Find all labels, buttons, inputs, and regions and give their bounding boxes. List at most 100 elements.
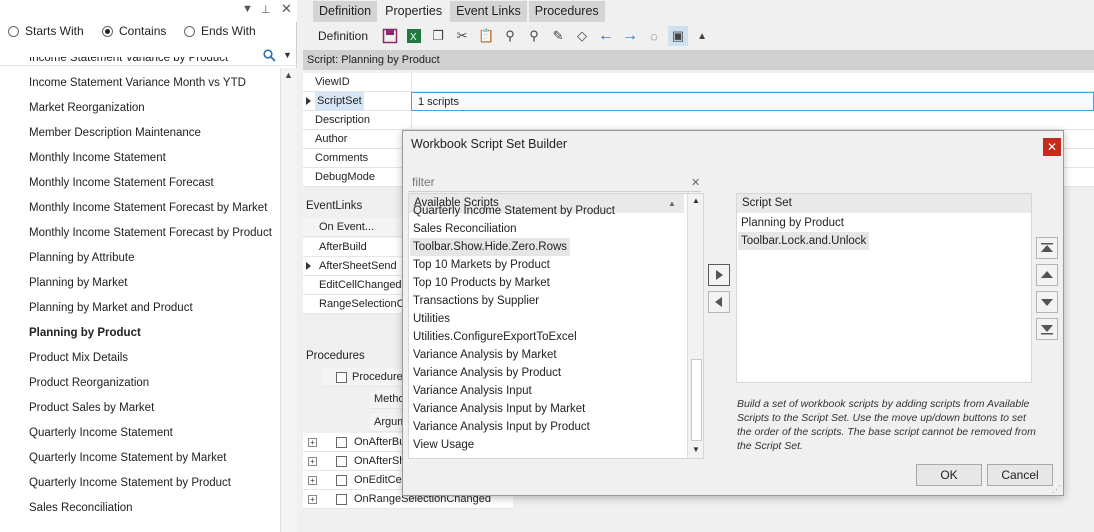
scroll-down-icon[interactable]: ▼ bbox=[692, 445, 700, 454]
checkbox[interactable] bbox=[336, 494, 347, 505]
available-script-item[interactable]: View Usage bbox=[410, 436, 477, 454]
cancel-button[interactable]: Cancel bbox=[987, 464, 1053, 486]
script-list-item[interactable]: Quarterly Income Statement by Product bbox=[29, 473, 231, 493]
eventlink-row[interactable]: RangeSelectionC bbox=[303, 295, 405, 314]
script-list-item[interactable]: Income Statement Variance Month vs YTD bbox=[29, 73, 246, 93]
property-value[interactable] bbox=[411, 111, 1094, 130]
dropdown-arrow-icon[interactable]: ▼ bbox=[242, 3, 253, 15]
expand-plus-icon[interactable]: + bbox=[308, 438, 317, 447]
expand-plus-icon[interactable]: + bbox=[308, 476, 317, 485]
radio-ends-with[interactable]: Ends With bbox=[184, 24, 256, 38]
dialog-close-button[interactable]: ✕ bbox=[1043, 138, 1061, 156]
ok-button[interactable]: OK bbox=[916, 464, 982, 486]
radio-starts-with[interactable]: Starts With bbox=[8, 24, 84, 38]
expand-arrow-icon[interactable] bbox=[306, 97, 311, 105]
script-list-item[interactable]: Monthly Income Statement Forecast by Mar… bbox=[29, 198, 267, 218]
set-item[interactable]: Planning by Product bbox=[738, 214, 847, 232]
back-arrow-icon[interactable]: ← bbox=[596, 26, 616, 46]
tab-definition[interactable]: Definition bbox=[313, 1, 378, 22]
procedure-row[interactable]: + OnAfterSh bbox=[303, 452, 405, 471]
copy-icon[interactable]: ❐ bbox=[428, 26, 448, 46]
expand-plus-icon[interactable]: + bbox=[308, 457, 317, 466]
remove-from-set-button[interactable] bbox=[708, 291, 730, 313]
script-list-item[interactable]: Planning by Product bbox=[29, 323, 141, 343]
clear-filter-icon[interactable]: ✕ bbox=[691, 176, 700, 189]
tab-properties[interactable]: Properties bbox=[379, 1, 449, 22]
save-icon[interactable] bbox=[380, 26, 400, 46]
available-script-item[interactable]: Variance Analysis by Market bbox=[410, 346, 560, 364]
eventlink-row[interactable]: EditCellChanged bbox=[303, 276, 403, 295]
excel-icon[interactable]: X bbox=[404, 26, 424, 46]
available-script-item[interactable]: Variance Analysis Input by Product bbox=[410, 418, 593, 436]
move-up-button[interactable] bbox=[1036, 264, 1058, 286]
paste-icon[interactable]: 📋 bbox=[476, 26, 496, 46]
checkbox[interactable] bbox=[336, 475, 347, 486]
property-row[interactable]: Description bbox=[303, 111, 1094, 130]
available-script-item[interactable]: Top 10 Products by Market bbox=[410, 274, 553, 292]
script-list-item[interactable]: Planning by Market bbox=[29, 273, 127, 293]
script-list-item[interactable]: Quarterly Income Statement by Market bbox=[29, 448, 227, 468]
script-list-item[interactable]: Market Reorganization bbox=[29, 98, 145, 118]
checkbox[interactable] bbox=[336, 456, 347, 467]
expand-arrow-icon[interactable] bbox=[306, 262, 311, 270]
eventlink-row[interactable]: AfterBuild bbox=[303, 238, 403, 257]
script-list-item[interactable]: Income Statement Variance by Product bbox=[29, 57, 228, 68]
collapse-up-icon[interactable]: ▲ bbox=[692, 26, 712, 46]
checkbox[interactable] bbox=[336, 372, 347, 383]
available-scrollbar[interactable]: ▲ ▼ bbox=[687, 194, 703, 458]
edit-icon[interactable]: ✎ bbox=[548, 26, 568, 46]
forward-arrow-icon[interactable]: → bbox=[620, 26, 640, 46]
add-to-set-button[interactable] bbox=[708, 264, 730, 286]
procedure-row[interactable]: + OnAfterBu bbox=[303, 433, 405, 452]
set-item-selected[interactable]: Toolbar.Lock.and.Unlock bbox=[738, 232, 870, 250]
filter-input[interactable] bbox=[408, 173, 701, 192]
property-value[interactable]: 1 scripts bbox=[411, 92, 1094, 111]
available-script-item[interactable]: Quarterly Income Statement by Product bbox=[410, 202, 618, 220]
tab-event-links[interactable]: Event Links bbox=[450, 1, 527, 22]
script-list-item[interactable]: Planning by Attribute bbox=[29, 248, 135, 268]
dashed-circle-icon[interactable]: ◌ bbox=[644, 26, 664, 46]
script-list-item[interactable]: Product Reorganization bbox=[29, 373, 149, 393]
available-scripts-list[interactable]: Available Scripts ▲ Quarterly Income Sta… bbox=[408, 193, 704, 459]
search-dropdown-icon[interactable]: ▼ bbox=[283, 50, 292, 60]
available-script-item[interactable]: Sales Reconciliation bbox=[410, 220, 520, 238]
available-script-item[interactable]: Transactions by Supplier bbox=[410, 292, 542, 310]
script-list-item[interactable]: Quarterly Income Statement bbox=[29, 423, 173, 443]
window-icon[interactable]: ▣ bbox=[668, 26, 689, 46]
script-list-item[interactable]: Product Sales by Market bbox=[29, 398, 154, 418]
available-script-item[interactable]: Toolbar.Show.Hide.Zero.Rows bbox=[410, 238, 571, 256]
available-script-item[interactable]: Utilities.ConfigureExportToExcel bbox=[410, 328, 580, 346]
resize-grip-icon[interactable]: ⋰ bbox=[1052, 484, 1061, 495]
scroll-up-icon[interactable]: ▲ bbox=[692, 196, 700, 205]
script-list-item[interactable]: Monthly Income Statement Forecast bbox=[29, 173, 214, 193]
property-row[interactable]: ViewID bbox=[303, 73, 1094, 92]
expand-plus-icon[interactable]: + bbox=[308, 495, 317, 504]
find-replace-icon[interactable]: ⚲ bbox=[524, 26, 544, 46]
close-icon[interactable]: ✕ bbox=[281, 1, 292, 17]
move-down-button[interactable] bbox=[1036, 291, 1058, 313]
tab-procedures[interactable]: Procedures bbox=[528, 1, 605, 22]
script-list-item[interactable]: Planning by Market and Product bbox=[29, 298, 193, 318]
script-list-item[interactable]: Product Mix Details bbox=[29, 348, 128, 368]
script-list-item[interactable]: Sales Reconciliation bbox=[29, 498, 133, 518]
scroll-up-icon[interactable]: ▲ bbox=[284, 70, 293, 80]
script-list-item[interactable]: Monthly Income Statement Forecast by Pro… bbox=[29, 223, 272, 243]
available-script-item[interactable]: Variance Analysis Input bbox=[410, 382, 535, 400]
available-script-item[interactable]: Utilities bbox=[410, 310, 453, 328]
available-script-item[interactable]: Top 10 Markets by Product bbox=[410, 256, 553, 274]
eventlink-row[interactable]: AfterSheetSend bbox=[303, 257, 403, 276]
scroll-thumb[interactable] bbox=[691, 359, 702, 441]
binoculars-icon[interactable]: ⚲ bbox=[500, 26, 520, 46]
checkbox[interactable] bbox=[336, 437, 347, 448]
procedure-row[interactable]: + OnEditCe bbox=[303, 471, 403, 490]
available-script-item[interactable]: Variance Analysis Input by Market bbox=[410, 400, 588, 418]
property-row-scriptset[interactable]: ScriptSet 1 scripts bbox=[303, 92, 1094, 111]
script-list-item[interactable]: Member Description Maintenance bbox=[29, 123, 201, 143]
cut-icon[interactable]: ✂ bbox=[452, 26, 472, 46]
expand-collapse-icon[interactable]: ◇ bbox=[572, 26, 592, 46]
script-set-list[interactable]: Script Set Planning by Product Toolbar.L… bbox=[736, 193, 1032, 383]
script-list-item[interactable]: Monthly Income Statement bbox=[29, 148, 166, 168]
move-bottom-button[interactable] bbox=[1036, 318, 1058, 340]
pin-icon[interactable]: ⊥ bbox=[261, 3, 271, 16]
list-scrollbar[interactable]: ▲ bbox=[280, 68, 297, 532]
